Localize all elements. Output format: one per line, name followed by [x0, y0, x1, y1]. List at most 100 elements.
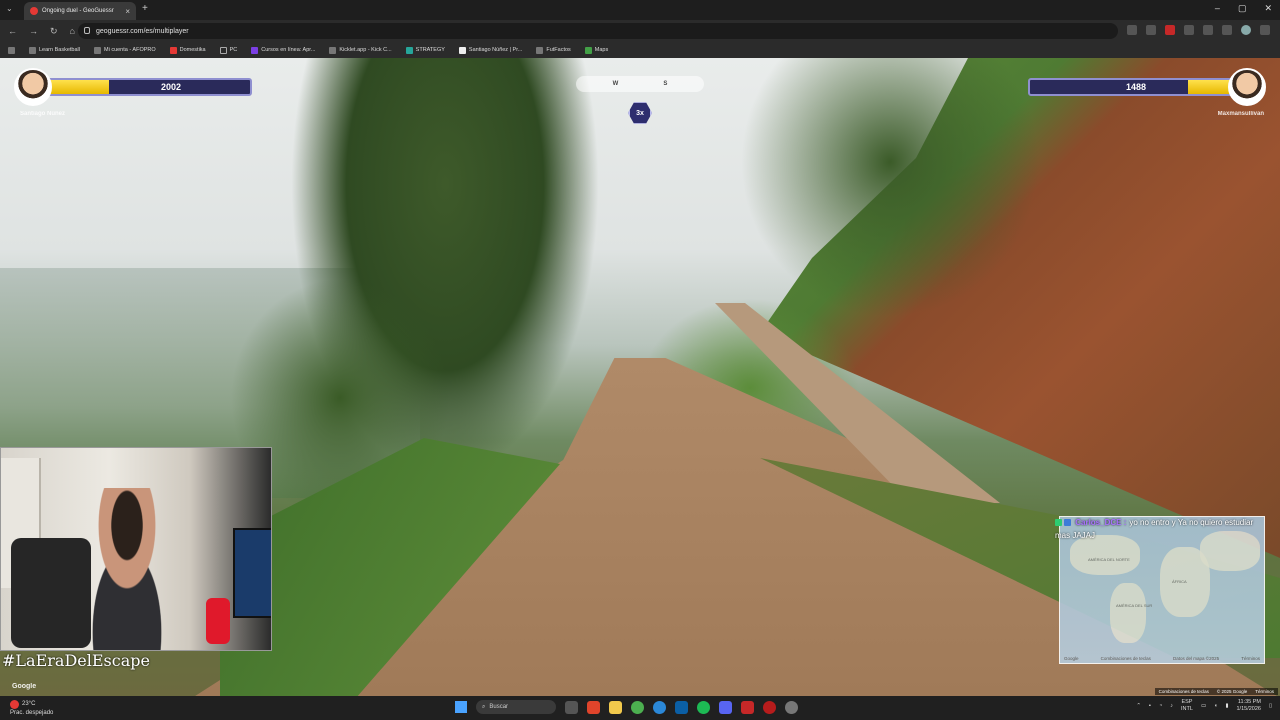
pdf-extension-icon[interactable] [1165, 25, 1175, 35]
left-health-value: 2002 [161, 82, 182, 92]
obs-icon[interactable] [763, 700, 776, 714]
extension-icon[interactable] [1184, 25, 1194, 35]
map-google-logo: Google [1064, 656, 1079, 661]
left-player-avatar [14, 68, 52, 106]
tray-chevron-icon[interactable]: ⌃ [1136, 703, 1141, 709]
bookmark-item[interactable]: Learn Basketball [29, 46, 80, 54]
bookmark-item[interactable]: FutFactos [536, 46, 571, 54]
search-placeholder: Buscar [489, 704, 509, 710]
webcam-microphone [206, 598, 230, 644]
map-footer: Google Combinaciones de teclas Datos del… [1064, 656, 1260, 661]
bookmark-item[interactable]: Santiago Núñez | Pr... [458, 46, 522, 54]
profile-avatar[interactable] [1241, 25, 1251, 35]
tree-right [740, 58, 1040, 318]
right-health-fill [1187, 80, 1232, 94]
network-icon[interactable]: ▭ [1201, 703, 1206, 709]
chat-badge-icon [1064, 519, 1071, 527]
notifications-icon[interactable]: ▯ [1269, 703, 1272, 709]
task-view-icon[interactable] [565, 700, 578, 714]
bookmark-folder[interactable]: PC [219, 46, 237, 54]
store-icon[interactable] [675, 700, 688, 714]
bookmarks-bar: Learn Basketball Mi cuenta - AFOPRO Dome… [0, 42, 1280, 58]
brave-browser-icon[interactable] [587, 700, 600, 714]
spotify-icon[interactable] [697, 700, 710, 714]
close-tab-icon[interactable]: × [125, 7, 130, 16]
back-icon[interactable]: ← [8, 26, 17, 37]
tab-search-icon[interactable]: ⌄ [6, 4, 13, 13]
minimize-icon[interactable]: – [1215, 3, 1220, 14]
weather-widget[interactable]: 23°C Prac. despejado [10, 700, 53, 717]
bookmark-item[interactable]: Kicklet.app - Kick C... [329, 46, 392, 54]
install-app-icon[interactable] [1127, 25, 1137, 35]
new-tab-icon[interactable]: + [142, 3, 148, 14]
bookmark-item[interactable]: Cursos en línea: Apr... [251, 46, 315, 54]
forward-icon[interactable]: → [29, 26, 38, 37]
right-player-hud: 1488 Maxmansullivan [1028, 68, 1266, 117]
url-text: geoguessr.com/es/multiplayer [96, 27, 189, 35]
extensions-area [1127, 25, 1270, 35]
right-health-value: 1488 [1126, 82, 1147, 92]
file-explorer-icon[interactable] [609, 700, 622, 714]
extensions-puzzle-icon[interactable] [1222, 25, 1232, 35]
chat-username: Carlos_DCE : [1075, 518, 1127, 527]
settings-gear-icon[interactable] [785, 700, 798, 714]
sv-terms-link[interactable]: Términos [1255, 689, 1274, 694]
compass-west: W [612, 81, 619, 87]
webcam-monitor [233, 528, 271, 618]
reload-icon[interactable]: ↻ [50, 26, 58, 37]
map-label: AMÉRICA DEL SUR [1116, 603, 1153, 608]
left-health-fill [48, 80, 109, 94]
clock[interactable]: 11:35 PM 1/15/2026 [1237, 699, 1261, 713]
tab-geoguessr[interactable]: Ongoing duel - GeoGuessr × [24, 2, 136, 20]
right-player-name: Maxmansullivan [1217, 111, 1264, 117]
nav-buttons: ← → ↻ ⌂ [8, 26, 75, 37]
map-landmass [1110, 583, 1146, 643]
left-player-name: Santiago Núñez [20, 111, 66, 117]
site-info-icon[interactable] [84, 27, 90, 34]
stream-hashtag: #LaEraDelEscape [2, 651, 150, 670]
apps-grid-icon[interactable] [8, 46, 15, 54]
language-indicator[interactable]: ESP INTL [1181, 699, 1193, 713]
edge-icon[interactable] [653, 700, 666, 714]
windows-start-icon[interactable] [455, 701, 467, 713]
bookmark-star-icon[interactable] [1146, 25, 1156, 35]
map-shortcuts-link[interactable]: Combinaciones de teclas [1101, 656, 1151, 661]
left-player-hud: 2002 Santiago Núñez [14, 68, 252, 117]
right-player-avatar [1228, 68, 1266, 106]
webcam-streamer [67, 488, 187, 650]
taskbar-search[interactable]: ⌕ Buscar [476, 700, 556, 714]
tab-strip: ⌄ Ongoing duel - GeoGuessr × + – ▢ ✕ [0, 0, 1280, 20]
menu-dots-icon[interactable] [1260, 25, 1270, 35]
compass-south: S [663, 81, 668, 87]
bookmark-item[interactable]: Domestika [169, 46, 206, 54]
media-icon[interactable] [1203, 25, 1213, 35]
compass: W S [576, 76, 704, 92]
close-window-icon[interactable]: ✕ [1264, 3, 1272, 14]
address-bar[interactable]: geoguessr.com/es/multiplayer [78, 23, 1118, 39]
google-logo: Google [12, 683, 37, 690]
right-health-bar: 1488 [1028, 78, 1234, 96]
bookmark-item[interactable]: Mi cuenta - AFOPRO [93, 46, 156, 54]
maximize-icon[interactable]: ▢ [1238, 3, 1247, 14]
weather-temp: 23°C [22, 701, 36, 707]
volume-icon[interactable]: ♪ [1170, 703, 1173, 709]
window-controls: – ▢ ✕ [1215, 3, 1272, 14]
map-label: AMÉRICA DEL NORTE [1088, 557, 1130, 562]
home-icon[interactable]: ⌂ [70, 26, 75, 37]
taskbar-apps: ⌕ Buscar [455, 700, 798, 714]
map-terms-link[interactable]: Términos [1241, 656, 1260, 661]
discord-icon[interactable] [719, 700, 732, 714]
wifi-icon[interactable]: ◔ [1159, 703, 1162, 709]
adobe-icon[interactable] [741, 700, 754, 714]
battery-icon[interactable]: ▮ [1225, 703, 1228, 709]
tray-app-icon[interactable]: ▪ [1149, 703, 1151, 709]
bookmark-item[interactable]: STRATEGY [405, 46, 445, 54]
system-tray: ⌃ ▪ ◔ ♪ ESP INTL ▭ ◖ ▮ 11:35 PM 1/15/2026 … [1136, 699, 1272, 713]
weather-alert-icon [10, 700, 19, 709]
chrome-icon[interactable] [631, 700, 644, 714]
tab-title: Ongoing duel - GeoGuessr [42, 8, 114, 14]
speaker-icon[interactable]: ◖ [1214, 703, 1217, 709]
chat-badge-icon [1055, 519, 1062, 527]
bookmark-item[interactable]: Maps [584, 46, 608, 54]
sv-shortcuts-link[interactable]: Combinaciones de teclas [1159, 689, 1209, 694]
